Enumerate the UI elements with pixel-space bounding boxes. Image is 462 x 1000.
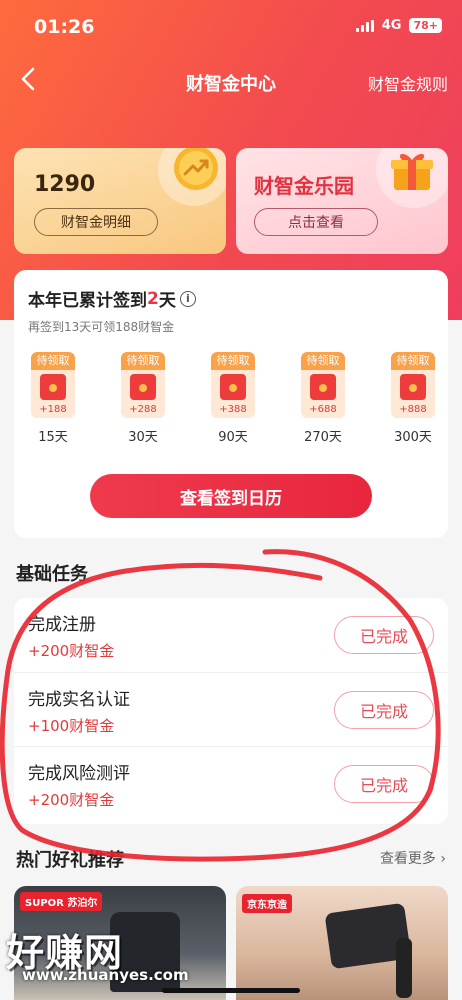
product-image-handle [396, 938, 412, 998]
nav-bar: 财智金中心 财智金规则 [0, 56, 462, 108]
red-envelope-package: 待领取 +188 [31, 352, 75, 418]
signin-card: 本年已累计签到 2 天 i 再签到13天可领188财智金 待领取 +188 15… [14, 270, 448, 538]
coin-balance-value: 1290 [34, 172, 96, 197]
info-icon[interactable]: i [179, 290, 196, 307]
task-status-button[interactable]: 已完成 [334, 691, 434, 729]
task-row: 完成注册 +200财智金 已完成 [14, 598, 448, 672]
chevron-right-icon: › [440, 851, 446, 867]
reward-amount: +888 [399, 404, 427, 415]
product-card[interactable]: 京东京造 [236, 886, 448, 1000]
rules-link[interactable]: 财智金规则 [368, 71, 448, 95]
watermark-url: www.zhuanyes.com [22, 966, 189, 984]
task-reward: +200财智金 [28, 791, 115, 809]
reward-tag: 待领取 [301, 352, 345, 370]
reward-item[interactable]: 待领取 +688 270天 [298, 352, 348, 445]
product-brand: SUPOR 苏泊尔 [20, 892, 103, 911]
task-status-button[interactable]: 已完成 [334, 765, 434, 803]
home-indicator [162, 988, 300, 993]
reward-day: 90天 [218, 430, 248, 445]
reward-item[interactable]: 待领取 +888 300天 [388, 352, 438, 445]
reward-amount: +288 [129, 404, 157, 415]
signin-title-suffix: 天 [158, 291, 176, 311]
battery-icon: 78+ [409, 18, 442, 33]
signin-calendar-button[interactable]: 查看签到日历 [90, 474, 372, 518]
reward-tag: 待领取 [211, 352, 255, 370]
red-envelope-icon [310, 374, 336, 400]
reward-tag: 待领取 [391, 352, 435, 370]
coin-trend-icon [170, 148, 222, 198]
coin-park-view-button[interactable]: 点击查看 [254, 208, 378, 236]
task-name: 完成风险测评 [28, 764, 130, 784]
reward-day: 300天 [394, 430, 432, 445]
hot-gifts-title: 热门好礼推荐 [16, 850, 124, 871]
reward-day: 30天 [128, 430, 158, 445]
signal-icon [355, 19, 374, 32]
gift-box-icon [386, 148, 438, 200]
signin-title: 本年已累计签到 2 天 i [28, 286, 196, 311]
reward-tag: 待领取 [31, 352, 75, 370]
red-envelope-package: 待领取 +388 [211, 352, 255, 418]
network-label: 4G [381, 18, 402, 33]
task-row: 完成风险测评 +200财智金 已完成 [14, 746, 448, 820]
reward-day: 15天 [38, 430, 68, 445]
product-brand: 京东京造 [242, 894, 292, 913]
coin-park-card[interactable]: 财智金乐园 点击查看 [236, 148, 448, 254]
reward-tag: 待领取 [121, 352, 165, 370]
reward-amount: +688 [309, 404, 337, 415]
task-reward: +200财智金 [28, 642, 115, 660]
red-envelope-icon [400, 374, 426, 400]
basic-tasks-title: 基础任务 [16, 564, 88, 585]
signin-title-prefix: 本年已累计签到 [28, 291, 147, 311]
reward-amount: +188 [39, 404, 67, 415]
coin-detail-button[interactable]: 财智金明细 [34, 208, 158, 236]
task-row: 完成实名认证 +100财智金 已完成 [14, 672, 448, 746]
red-envelope-icon [130, 374, 156, 400]
view-more-label: 查看更多 [379, 851, 436, 867]
reward-item[interactable]: 待领取 +388 90天 [208, 352, 258, 445]
view-more-link[interactable]: 查看更多 › [380, 848, 446, 868]
reward-item[interactable]: 待领取 +288 30天 [118, 352, 168, 445]
task-name: 完成实名认证 [28, 690, 130, 710]
status-indicators: 4G 78+ [355, 18, 442, 33]
signin-rewards: 待领取 +188 15天 待领取 +288 30天 待领取 +388 90天 待… [28, 352, 448, 445]
signin-subtitle: 再签到13天可领188财智金 [28, 320, 175, 334]
status-time: 01:26 [34, 16, 95, 38]
status-bar: 01:26 4G 78+ [0, 0, 462, 52]
reward-amount: +388 [219, 404, 247, 415]
red-envelope-icon [40, 374, 66, 400]
red-envelope-package: 待领取 +888 [391, 352, 435, 418]
red-envelope-package: 待领取 +288 [121, 352, 165, 418]
reward-day: 270天 [304, 430, 342, 445]
task-status-button[interactable]: 已完成 [334, 616, 434, 654]
coin-park-title: 财智金乐园 [254, 174, 354, 198]
red-envelope-icon [220, 374, 246, 400]
red-envelope-package: 待领取 +688 [301, 352, 345, 418]
task-name: 完成注册 [28, 615, 96, 635]
signin-days-count: 2 [147, 288, 159, 309]
reward-item[interactable]: 待领取 +188 15天 [28, 352, 78, 445]
coin-balance-card[interactable]: 1290 财智金明细 [14, 148, 226, 254]
basic-tasks-list: 完成注册 +200财智金 已完成 完成实名认证 +100财智金 已完成 完成风险… [14, 598, 448, 824]
task-reward: +100财智金 [28, 717, 115, 735]
